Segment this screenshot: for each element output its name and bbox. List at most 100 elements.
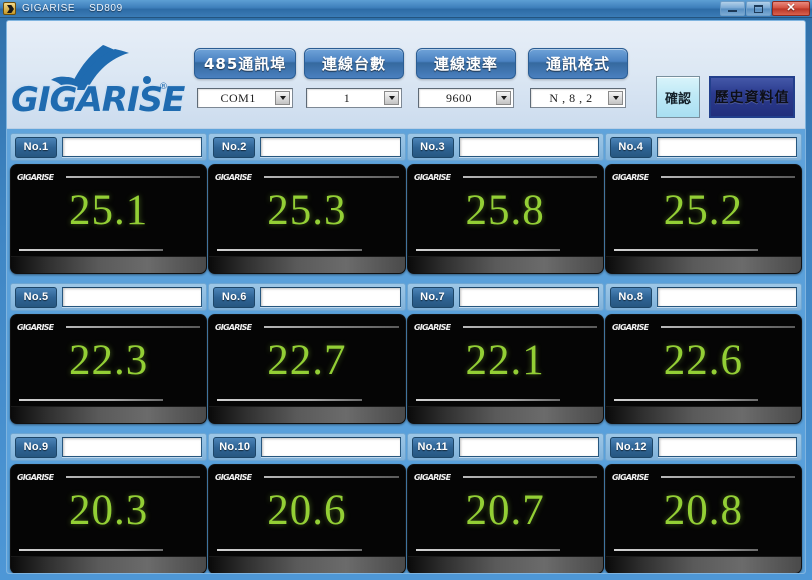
panel-top-rule — [264, 176, 399, 178]
channel-value: 22.6 — [663, 336, 743, 384]
channel-tag: No.5 — [15, 286, 57, 308]
panel-top-rule — [66, 326, 201, 328]
channel-display-panel: GIGARISE 25.2 — [604, 164, 802, 274]
panel-base-strip — [11, 556, 207, 573]
channel-name-input[interactable] — [260, 287, 401, 307]
panel-base-strip — [605, 556, 801, 573]
app-icon — [3, 2, 16, 15]
panel-base-strip — [209, 256, 405, 273]
channel-name-input[interactable] — [458, 287, 599, 307]
channel-name-input[interactable] — [62, 287, 203, 307]
channel-tag: No.6 — [213, 286, 256, 308]
port-button[interactable]: 485通訊埠 — [194, 48, 297, 79]
channel-display-panel: GIGARISE 22.6 — [604, 314, 802, 424]
channel-row-3: No.9 GIGARISE 20.3 No.10 GIGARISE 20.6 No.… — [10, 433, 802, 573]
panel-bottom-rule — [613, 249, 759, 251]
chevron-down-icon[interactable] — [384, 91, 399, 105]
panel-base-strip — [11, 406, 207, 423]
channel-tag: No.8 — [609, 286, 652, 308]
channel-label-strip: No.3 — [406, 133, 604, 161]
channel-display-panel: GIGARISE 22.3 — [10, 314, 208, 424]
channel-cell: No.10 GIGARISE 20.6 — [208, 433, 406, 573]
control-group-baud: 連線速率 9600 — [416, 48, 516, 108]
channel-tag: No.9 — [15, 436, 57, 458]
format-select[interactable]: N , 8 , 2 — [530, 88, 626, 108]
channel-display-panel: GIGARISE 22.7 — [208, 314, 406, 424]
panel-top-rule — [66, 476, 201, 478]
channel-label-strip: No.10 — [208, 433, 406, 461]
channel-name-input[interactable] — [62, 437, 203, 457]
channel-label-strip: No.9 — [10, 433, 208, 461]
channel-cell: No.12 GIGARISE 20.8 — [604, 433, 802, 573]
control-group-format: 通訊格式 N , 8 , 2 — [528, 48, 628, 108]
panel-bottom-rule — [217, 249, 362, 251]
control-group-port: 485通訊埠 COM1 — [194, 48, 297, 108]
channel-value: 22.3 — [69, 336, 149, 384]
channel-tag: No.10 — [213, 436, 257, 458]
format-button[interactable]: 通訊格式 — [528, 48, 628, 79]
channel-value: 20.6 — [267, 486, 347, 534]
panel-bottom-rule — [415, 249, 560, 251]
window-title: GIGARISE SD809 — [22, 3, 123, 14]
channel-label-strip: No.6 — [208, 283, 406, 311]
channel-tag: No.3 — [411, 136, 454, 158]
channel-display-panel: GIGARISE 20.8 — [604, 464, 802, 573]
channel-label-strip: No.2 — [208, 133, 406, 161]
channel-name-input[interactable] — [656, 137, 797, 157]
panel-bottom-rule — [217, 399, 362, 401]
count-button[interactable]: 連線台數 — [304, 48, 404, 79]
application-window: GIGARISE SD809 ✕ GIGARISE ® 485通訊埠 COM1 … — [0, 0, 812, 580]
channel-label-strip: No.12 — [604, 433, 802, 461]
panel-bottom-rule — [613, 399, 759, 401]
baud-select[interactable]: 9600 — [418, 88, 514, 108]
channel-cell: No.11 GIGARISE 20.7 — [406, 433, 604, 573]
minimize-icon — [728, 10, 737, 12]
channel-cell: No.8 GIGARISE 22.6 — [604, 283, 802, 424]
channel-cell: No.2 GIGARISE 25.3 — [208, 133, 406, 274]
panel-base-strip — [209, 406, 405, 423]
chevron-down-icon[interactable] — [275, 91, 291, 105]
channel-tag: No.11 — [411, 436, 454, 458]
history-data-button[interactable]: 歷史資料值 — [709, 76, 795, 118]
channel-name-input[interactable] — [656, 287, 797, 307]
channel-name-input[interactable] — [458, 437, 599, 457]
channel-name-input[interactable] — [62, 137, 203, 157]
panel-top-rule — [66, 176, 201, 178]
channel-cell: No.9 GIGARISE 20.3 — [10, 433, 208, 573]
panel-bottom-rule — [19, 249, 164, 251]
channel-name-input[interactable] — [657, 437, 797, 457]
channel-label-strip: No.11 — [406, 433, 604, 461]
maximize-button[interactable] — [746, 1, 771, 16]
panel-base-strip — [11, 256, 207, 273]
panel-top-rule — [660, 176, 795, 178]
channel-name-input[interactable] — [458, 137, 599, 157]
port-select[interactable]: COM1 — [197, 88, 294, 108]
panel-bottom-rule — [19, 549, 164, 551]
channel-value: 25.1 — [69, 186, 149, 234]
panel-base-strip — [407, 256, 603, 273]
channel-name-input[interactable] — [261, 437, 401, 457]
channel-label-strip: No.8 — [604, 283, 802, 311]
channel-tag: No.12 — [609, 436, 653, 458]
channel-tag: No.7 — [411, 286, 454, 308]
panel-top-rule — [462, 176, 597, 178]
channel-display-panel: GIGARISE 25.8 — [406, 164, 604, 274]
channel-row-1: No.1 GIGARISE 25.1 No.2 GIGARISE 25.3 No.3… — [10, 133, 802, 274]
channel-label-strip: No.4 — [604, 133, 802, 161]
minimize-button[interactable] — [720, 1, 745, 16]
channel-tag: No.1 — [15, 136, 57, 158]
baud-button[interactable]: 連線速率 — [416, 48, 516, 79]
svg-text:®: ® — [159, 82, 168, 92]
count-select[interactable]: 1 — [306, 88, 402, 108]
window-controls: ✕ — [720, 1, 810, 16]
confirm-button[interactable]: 確認 — [656, 76, 700, 118]
title-bar: GIGARISE SD809 ✕ — [0, 0, 812, 18]
chevron-down-icon[interactable] — [608, 91, 623, 105]
panel-top-rule — [462, 326, 597, 328]
chevron-down-icon[interactable] — [496, 91, 511, 105]
close-button[interactable]: ✕ — [772, 1, 810, 16]
channel-name-input[interactable] — [260, 137, 401, 157]
channel-label-strip: No.7 — [406, 283, 604, 311]
channel-value: 20.7 — [465, 486, 545, 534]
channel-value: 25.2 — [663, 186, 743, 234]
